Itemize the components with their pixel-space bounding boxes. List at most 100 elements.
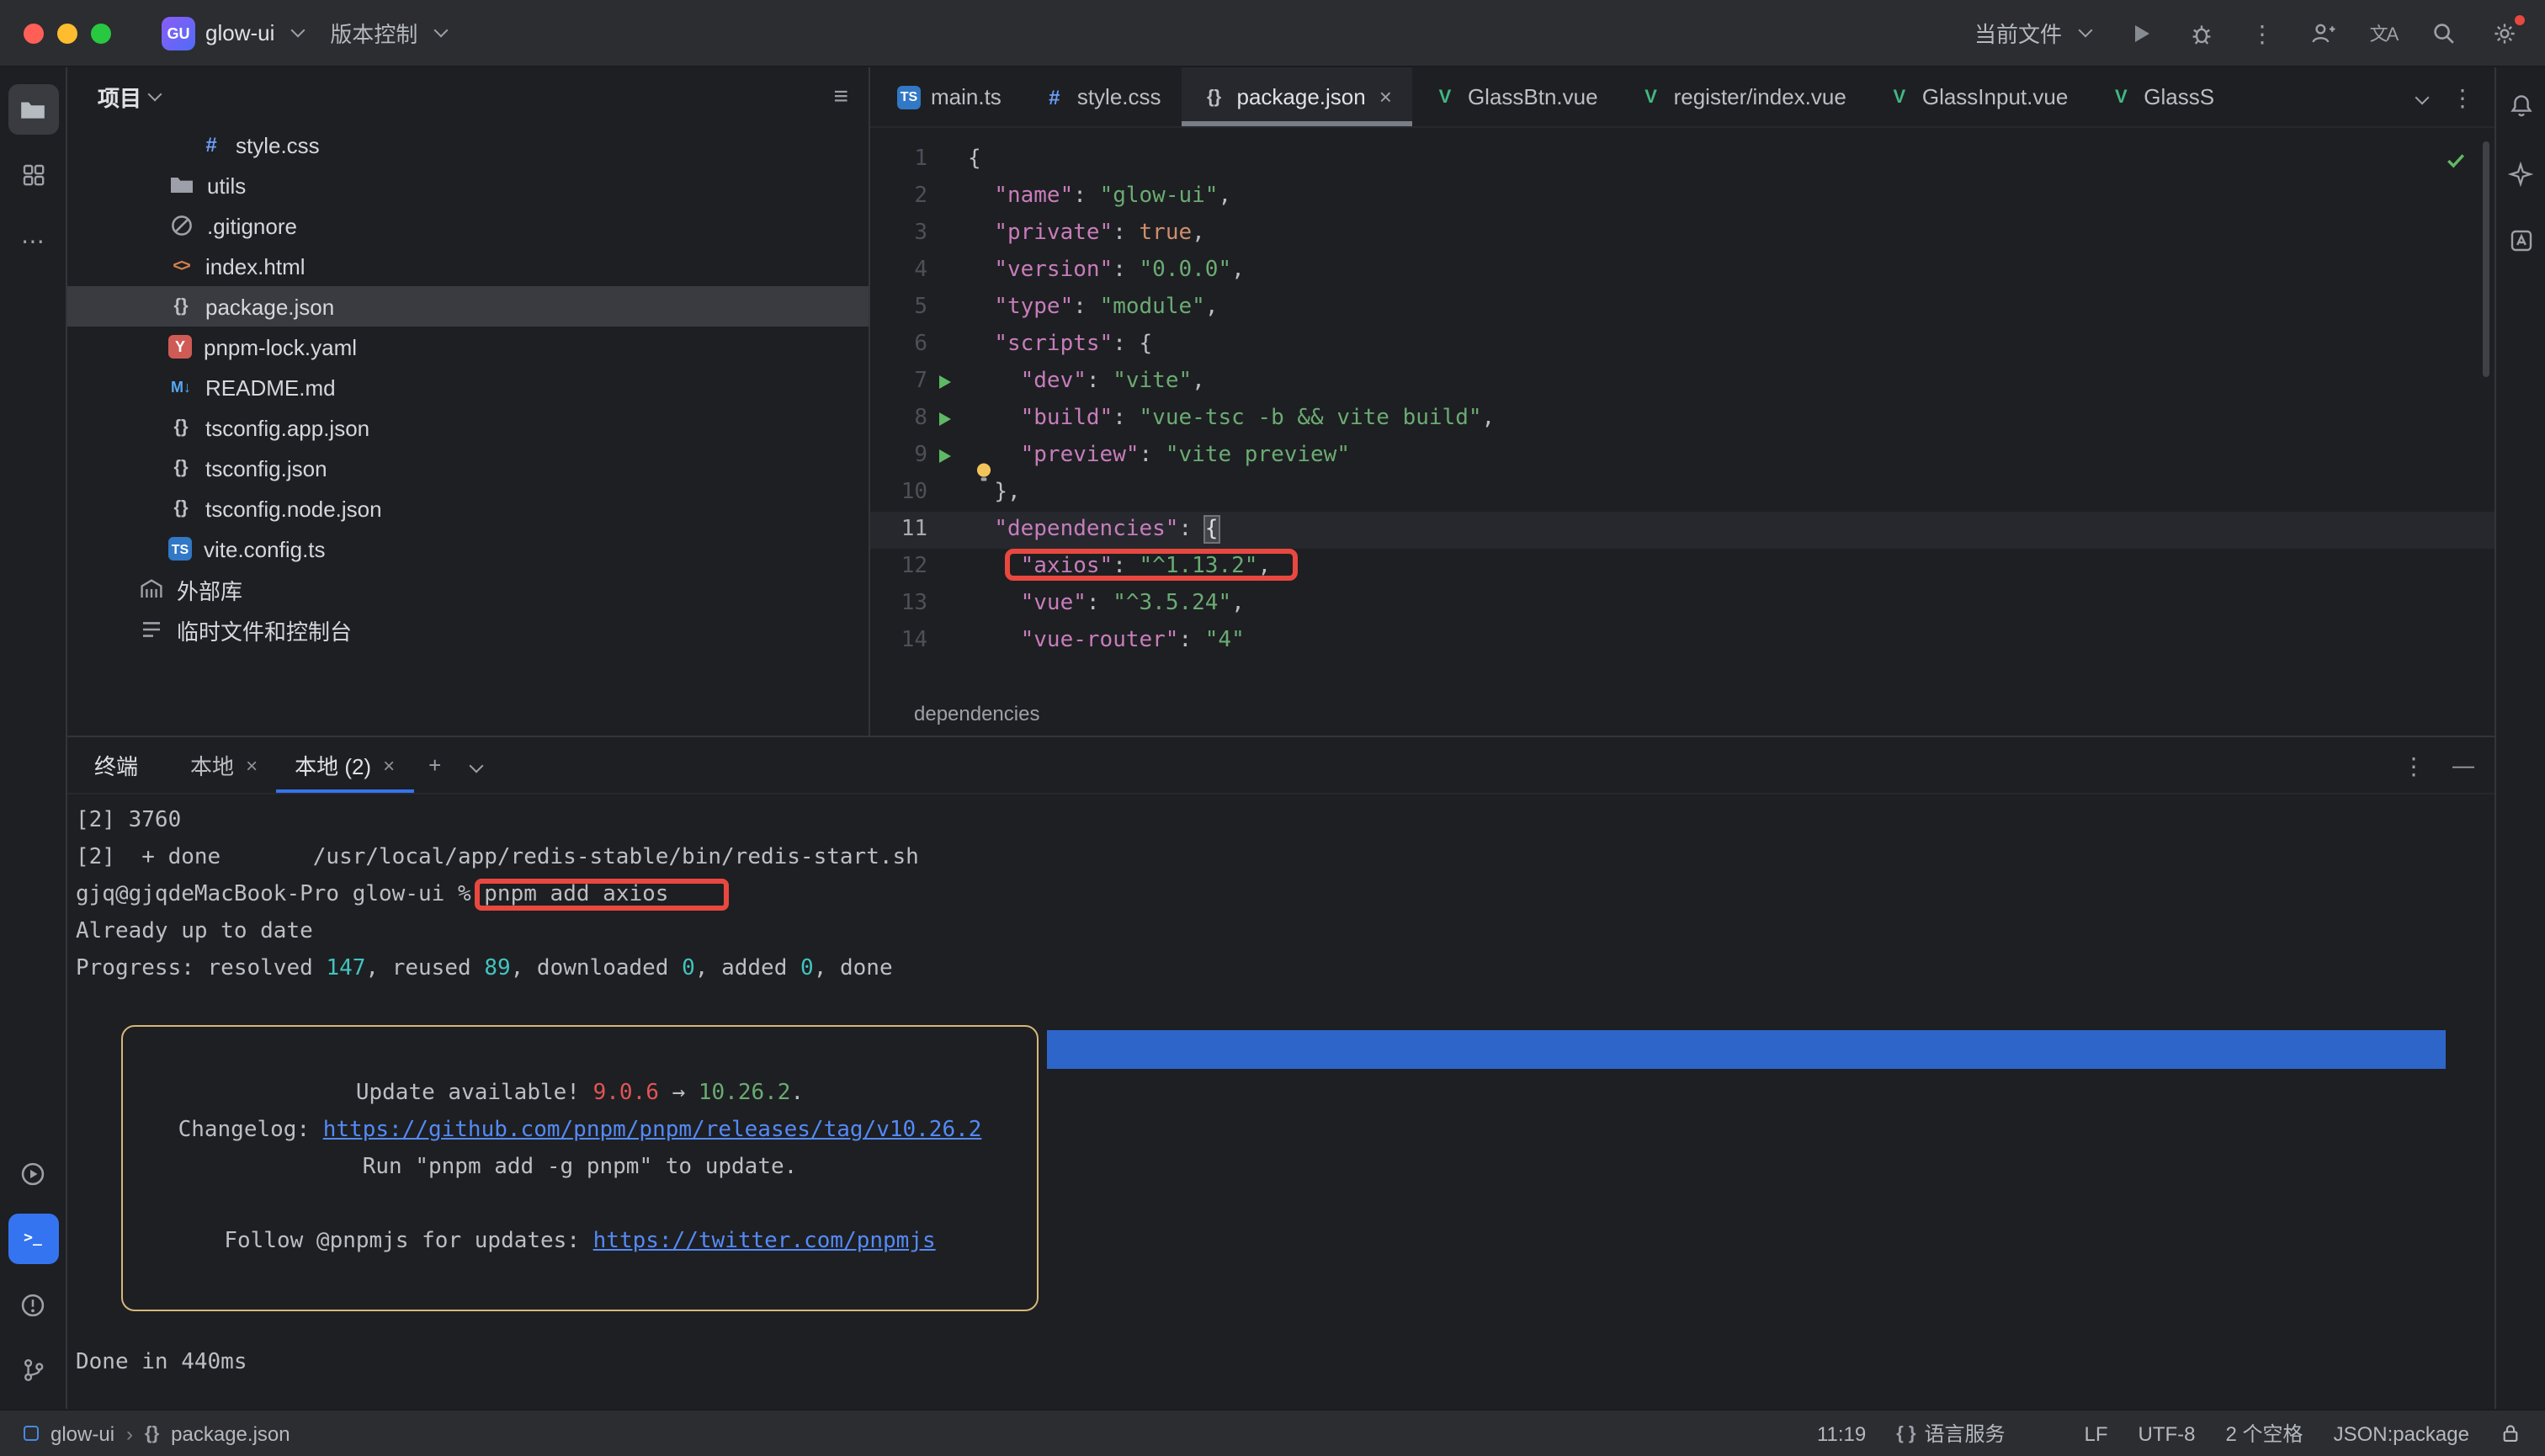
language-services-widget[interactable]: { } 语言服务 [1896, 1419, 2005, 1448]
tabs-more-icon[interactable]: ⋮ [2451, 85, 2474, 109]
run-script-icon[interactable] [938, 412, 950, 426]
terminal-title[interactable]: 终端 [94, 737, 138, 793]
status-breadcrumb-file[interactable]: package.json [171, 1421, 290, 1445]
intention-bulb-icon[interactable] [971, 460, 998, 486]
editor-tab[interactable]: VGlassBtn.vue [1412, 67, 1618, 126]
terminal-tool-icon[interactable]: >_ [8, 1214, 58, 1264]
editor-tab[interactable]: Vregister/index.vue [1618, 67, 1867, 126]
status-widget-icon[interactable] [2036, 1424, 2054, 1443]
readonly-lock-icon[interactable] [2500, 1422, 2521, 1444]
ai-assistant-icon[interactable] [2499, 151, 2542, 195]
terminal-tab[interactable]: 本地× [172, 737, 276, 793]
terminal-options-icon[interactable]: ⋮ [2402, 753, 2425, 777]
hide-terminal-icon[interactable]: — [2452, 752, 2474, 778]
tree-item[interactable]: .gitignore [67, 205, 869, 246]
terminal-link[interactable]: https://github.com/pnpm/pnpm/releases/ta… [323, 1118, 982, 1143]
close-icon[interactable]: × [383, 753, 395, 777]
code-line[interactable]: 5 "type": "module", [870, 290, 2495, 327]
code-editor[interactable]: 1{2 "name": "glow-ui",3 "private": true,… [870, 128, 2495, 692]
code-line[interactable]: 9 "preview": "vite preview" [870, 438, 2495, 475]
status-breadcrumb-project[interactable]: glow-ui [50, 1421, 114, 1445]
tree-item[interactable]: TSvite.config.ts [67, 529, 869, 569]
editor-tab[interactable]: TSmain.ts [877, 67, 1022, 126]
file-type-widget[interactable]: JSON:package [2334, 1421, 2469, 1445]
tree-item[interactable]: Ypnpm-lock.yaml [67, 327, 869, 367]
debug-bug-icon[interactable] [2185, 16, 2218, 50]
json-icon: {} [168, 498, 194, 518]
tree-item[interactable]: {}tsconfig.node.json [67, 488, 869, 529]
project-logo: GU [162, 16, 195, 50]
tree-item[interactable]: <>index.html [67, 246, 869, 286]
terminal-tab[interactable]: 本地 (2)× [276, 737, 413, 793]
minimize-window-button[interactable] [57, 23, 77, 43]
terminal-link[interactable]: https://twitter.com/pnpmjs [593, 1229, 936, 1254]
close-window-button[interactable] [24, 23, 44, 43]
terminal-output[interactable]: [2] 3760[2] + done /usr/local/app/redis-… [67, 794, 2495, 1409]
code-line[interactable]: 3 "private": true, [870, 215, 2495, 252]
git-tool-icon[interactable] [8, 1345, 58, 1395]
structure-tool-icon[interactable] [8, 150, 58, 200]
code-line[interactable]: 6 "scripts": { [870, 327, 2495, 364]
editor-tab[interactable]: VGlassInput.vue [1867, 67, 2088, 126]
update-box-line: Update available! 9.0.6 → 10.26.2. [123, 1076, 1037, 1113]
close-icon[interactable]: × [246, 753, 258, 777]
code-line[interactable]: 2 "name": "glow-ui", [870, 178, 2495, 215]
project-widget[interactable]: GU glow-ui [148, 9, 316, 56]
run-script-icon[interactable] [938, 449, 950, 463]
code-line[interactable]: 12 "axios": "^1.13.2", [870, 549, 2495, 586]
close-icon[interactable]: × [1379, 84, 1392, 109]
run-icon[interactable] [2124, 16, 2158, 50]
chevron-down-icon[interactable] [148, 87, 162, 101]
tree-item[interactable]: utils [67, 165, 869, 205]
code-line[interactable]: 14 "vue-router": "4" [870, 623, 2495, 660]
add-user-icon[interactable] [2306, 16, 2340, 50]
editor-scrollbar[interactable] [2483, 141, 2489, 377]
tree-item[interactable]: #style.css [67, 125, 869, 165]
code-line[interactable]: 13 "vue": "^3.5.24", [870, 586, 2495, 623]
editor-tab[interactable]: #style.css [1022, 67, 1182, 126]
services-tool-icon[interactable] [8, 1148, 58, 1198]
code-line[interactable]: 8 "build": "vue-tsc -b && vite build", [870, 401, 2495, 438]
file-tree: #style.cssutils.gitignore<>index.html{}p… [67, 125, 869, 736]
code-line[interactable]: 11 "dependencies": { [870, 512, 2495, 549]
run-config-selector[interactable]: 当前文件 [1968, 10, 2097, 56]
tabs-dropdown-icon[interactable] [2415, 90, 2430, 104]
translate-icon[interactable]: 文A [2367, 16, 2400, 50]
line-separator-widget[interactable]: LF [2085, 1421, 2108, 1445]
problems-tool-icon[interactable] [8, 1279, 58, 1330]
panel-menu-icon[interactable]: ≡ [833, 82, 848, 110]
tree-item-label: index.html [205, 253, 306, 279]
notifications-bell-icon[interactable] [2499, 84, 2542, 128]
breadcrumb-separator: › [126, 1421, 133, 1445]
editor-tab[interactable]: {}package.json× [1182, 67, 1412, 126]
code-line[interactable]: 4 "version": "0.0.0", [870, 252, 2495, 290]
inspection-ok-icon[interactable] [2444, 148, 2468, 185]
terminal-tab-dropdown-icon[interactable] [456, 737, 497, 793]
external-libraries-icon [138, 576, 165, 603]
breadcrumb-item[interactable]: dependencies [914, 702, 1039, 725]
translation-tool-icon[interactable] [2499, 219, 2542, 263]
vcs-widget[interactable]: 版本控制 [316, 10, 460, 56]
editor-tab[interactable]: VGlassS [2088, 67, 2234, 126]
line-number: 7 [870, 364, 927, 401]
more-tool-windows-icon[interactable]: ⋯ [8, 215, 58, 266]
new-terminal-tab-button[interactable]: + [413, 737, 456, 793]
tree-item[interactable]: {}package.json [67, 286, 869, 327]
tree-item[interactable]: {}tsconfig.app.json [67, 407, 869, 448]
tree-item[interactable]: {}tsconfig.json [67, 448, 869, 488]
tree-item[interactable]: M↓README.md [67, 367, 869, 407]
code-line[interactable]: 1{ [870, 141, 2495, 178]
code-line[interactable]: 7 "dev": "vite", [870, 364, 2495, 401]
run-script-icon[interactable] [938, 375, 950, 389]
search-icon[interactable] [2427, 16, 2461, 50]
encoding-widget[interactable]: UTF-8 [2139, 1421, 2196, 1445]
tree-item[interactable]: 外部库 [67, 569, 869, 609]
zoom-window-button[interactable] [91, 23, 111, 43]
more-actions-icon[interactable]: ⋮ [2245, 16, 2279, 50]
code-line[interactable]: 10 }, [870, 475, 2495, 512]
project-tool-icon[interactable] [8, 84, 58, 135]
settings-gear-icon[interactable] [2488, 16, 2521, 50]
tree-item[interactable]: 临时文件和控制台 [67, 609, 869, 650]
indent-widget[interactable]: 2 个空格 [2226, 1419, 2303, 1448]
caret-position[interactable]: 11:19 [1817, 1421, 1866, 1445]
